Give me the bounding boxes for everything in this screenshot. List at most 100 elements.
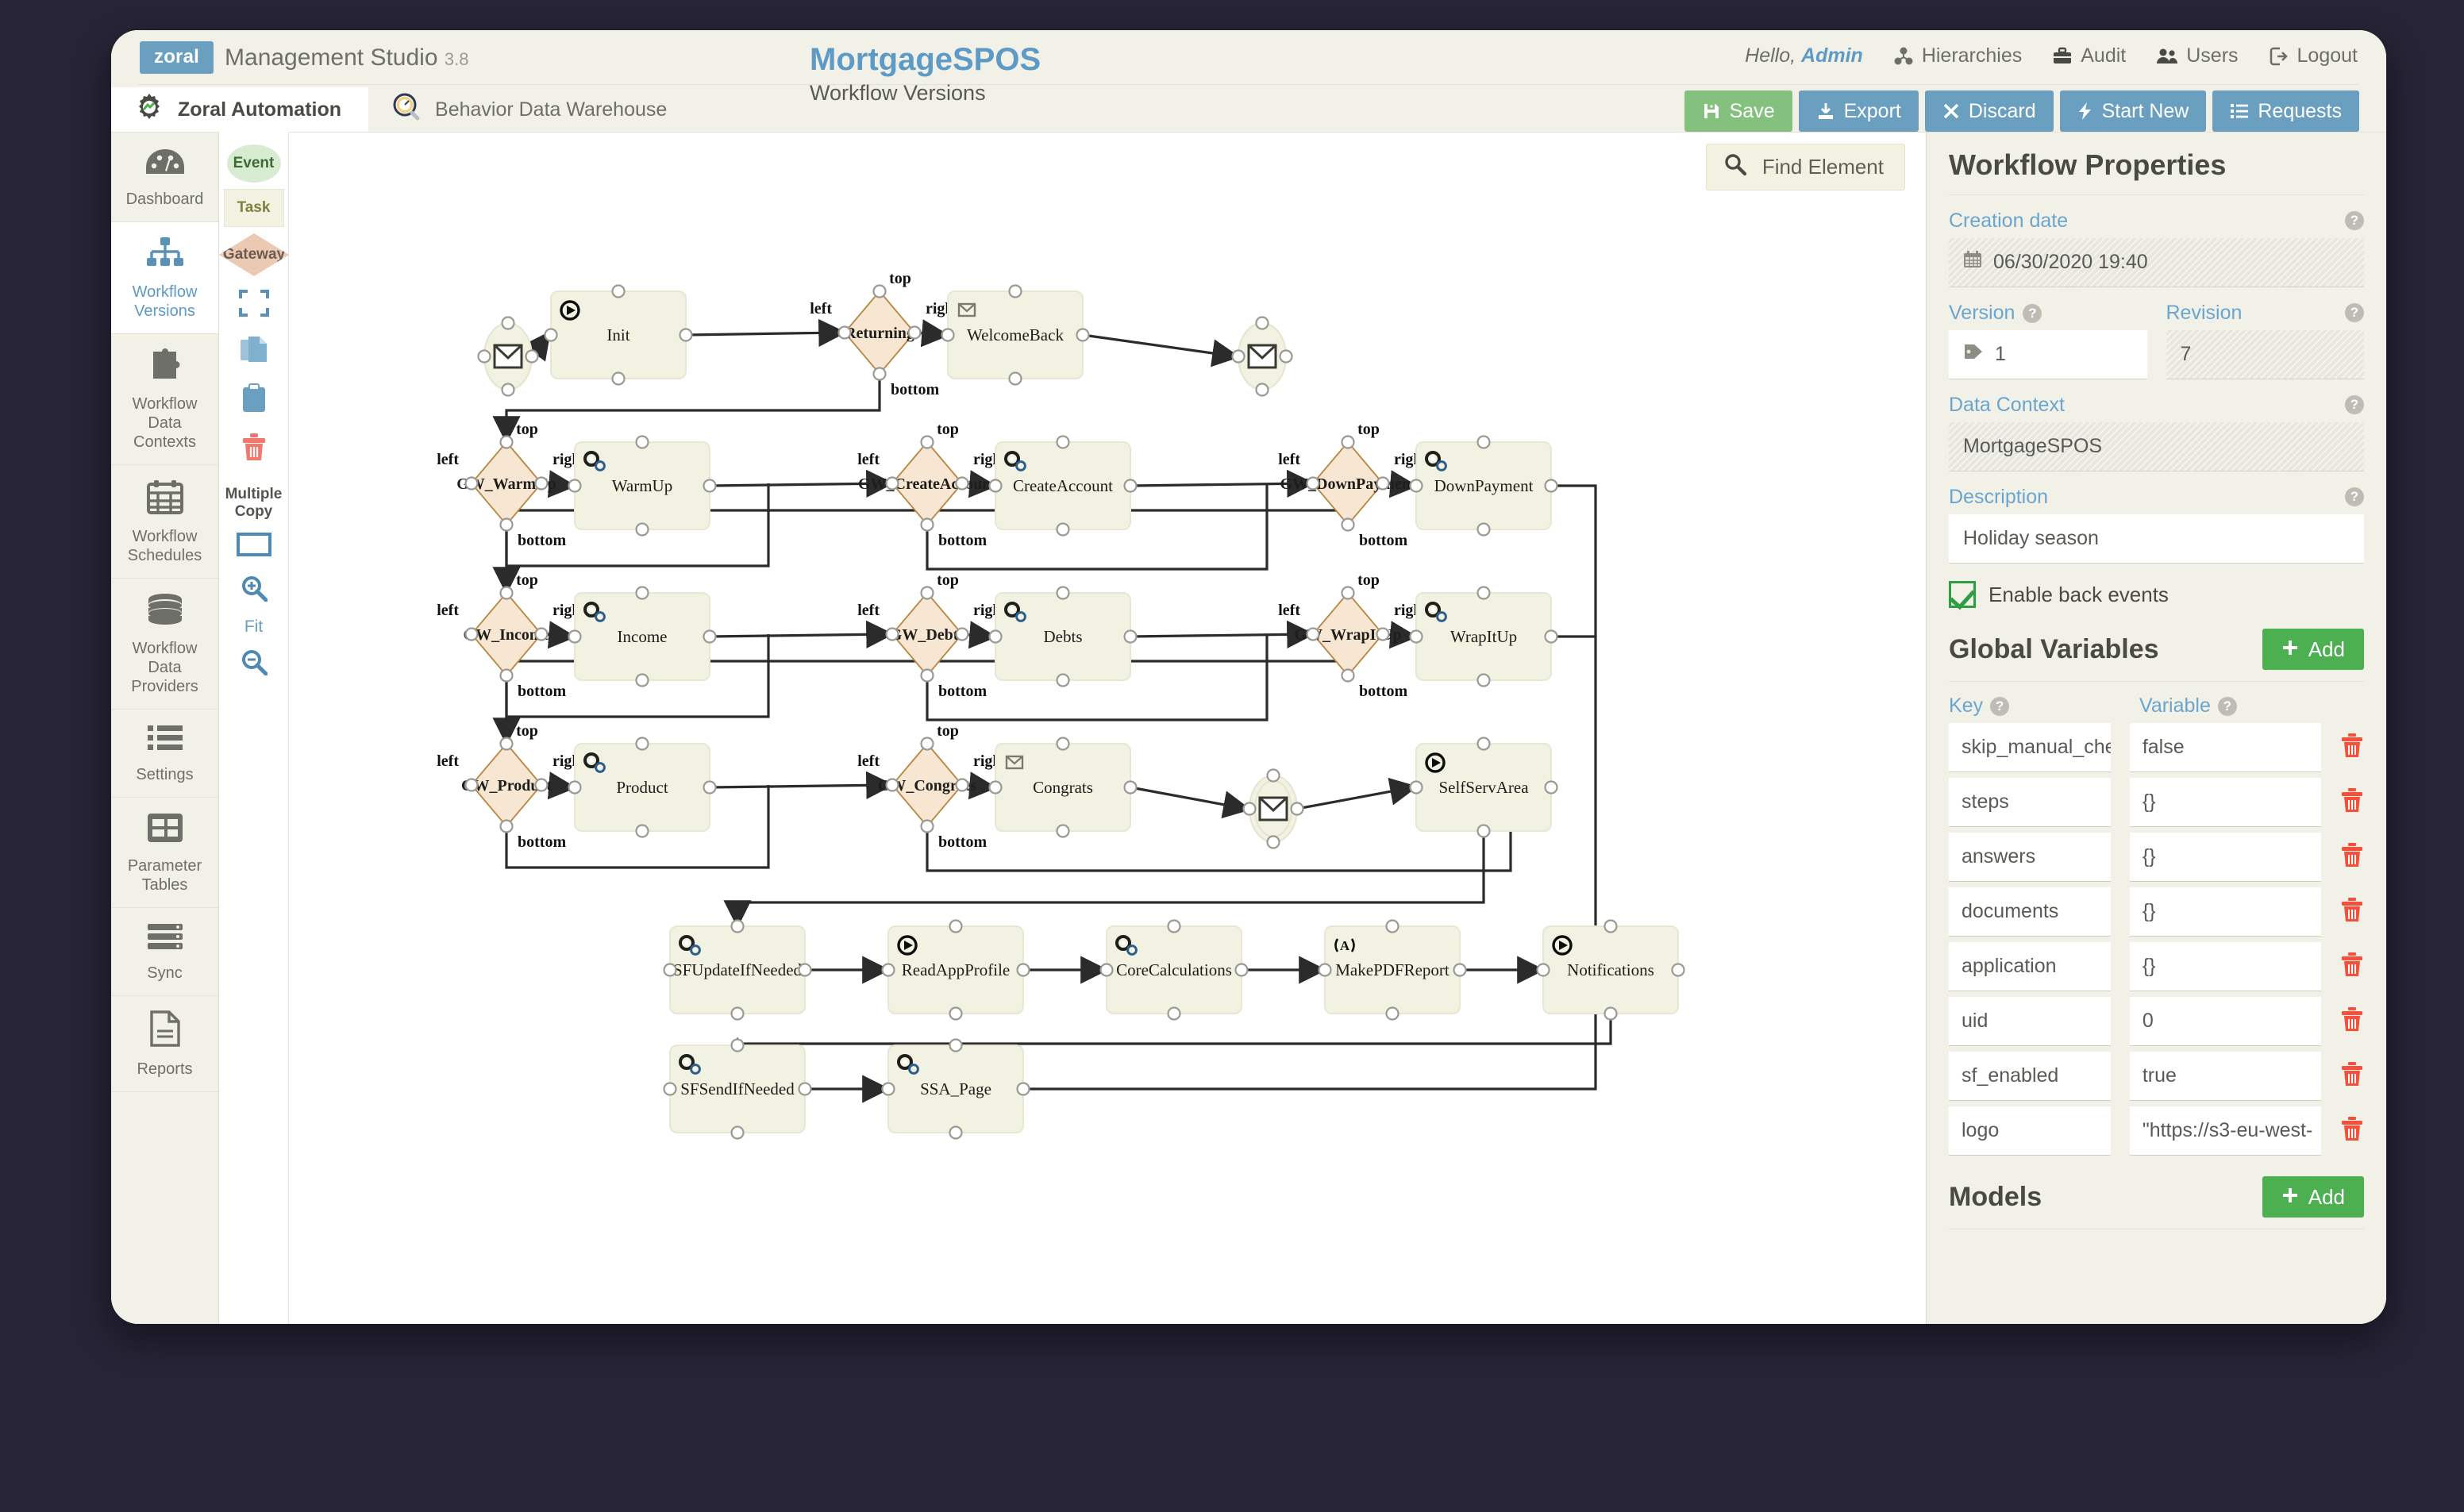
global-variable-value-input[interactable]: {} — [2130, 833, 2321, 882]
global-variable-key-input[interactable]: uid — [1949, 997, 2111, 1046]
bpmn-event-endEvent1[interactable] — [1233, 317, 1292, 396]
bpmn-event-midEvent[interactable] — [1244, 770, 1303, 848]
help-icon[interactable]: ? — [2345, 487, 2364, 506]
bpmn-task-WrapItUp[interactable]: WrapItUp — [1411, 587, 1557, 687]
bpmn-task-ReadAppProfile[interactable]: ReadAppProfile — [883, 921, 1030, 1020]
global-variable-key-input[interactable]: application — [1949, 942, 2111, 991]
global-variable-value-input[interactable]: 0 — [2130, 997, 2321, 1046]
global-variable-value-input[interactable]: true — [2130, 1052, 2321, 1101]
bpmn-gateway-GW_CreateAccount[interactable]: GW_CreateAccounttopleftrightbottom — [857, 421, 1007, 549]
description-input[interactable]: Holiday season — [1949, 514, 2364, 564]
bpmn-task-DownPayment[interactable]: DownPayment — [1411, 437, 1557, 536]
bpmn-task-SFUpdateIfNeeded[interactable]: SFUpdateIfNeeded — [664, 921, 811, 1020]
bpmn-connector[interactable] — [1297, 787, 1413, 809]
global-variable-key-input[interactable]: logo — [1949, 1106, 2111, 1156]
workflow-canvas[interactable]: Find Element InitReturningtopleftrightbo… — [289, 132, 1926, 1324]
bpmn-task-SFSendIfNeeded[interactable]: SFSendIfNeeded — [664, 1040, 811, 1139]
bpmn-event-startEvent[interactable] — [479, 317, 538, 396]
bpmn-task-Init[interactable]: Init — [545, 286, 692, 385]
requests-button[interactable]: Requests — [2212, 90, 2359, 132]
bpmn-connector[interactable] — [737, 831, 1484, 923]
global-variable-value-input[interactable]: {} — [2130, 778, 2321, 827]
global-variable-key-input[interactable]: skip_manual_che — [1949, 723, 2111, 772]
sidebar-item-workflow-data-providers[interactable]: Workflow Data Providers — [111, 579, 218, 710]
help-icon[interactable]: ? — [2023, 304, 2042, 323]
bpmn-connector[interactable] — [1130, 634, 1310, 637]
bpmn-task-Congrats[interactable]: Congrats — [990, 738, 1137, 837]
start-new-button[interactable]: Start New — [2060, 90, 2207, 132]
delete-variable-icon[interactable] — [2340, 952, 2364, 982]
sidebar-item-workflow-versions[interactable]: Workflow Versions — [111, 222, 218, 334]
trash-icon[interactable] — [219, 425, 288, 473]
bpmn-connector[interactable] — [1083, 335, 1235, 356]
help-icon[interactable]: ? — [2345, 395, 2364, 414]
zoom-out-icon[interactable] — [219, 641, 288, 687]
global-variable-key-input[interactable]: steps — [1949, 778, 2111, 827]
bpmn-task-CreateAccount[interactable]: CreateAccount — [990, 437, 1137, 536]
add-global-variable-button[interactable]: Add — [2262, 629, 2364, 670]
delete-variable-icon[interactable] — [2340, 1061, 2364, 1091]
bpmn-gateway-GW_DownPayment[interactable]: GW_DownPaymenttopleftrightbottom — [1278, 421, 1427, 549]
delete-variable-icon[interactable] — [2340, 897, 2364, 927]
delete-variable-icon[interactable] — [2340, 1006, 2364, 1037]
bpmn-connector[interactable] — [710, 634, 889, 637]
global-variable-value-input[interactable]: false — [2130, 723, 2321, 772]
delete-variable-icon[interactable] — [2340, 1116, 2364, 1146]
nav-link-users[interactable]: Users — [2156, 44, 2238, 67]
bpmn-connector[interactable] — [1551, 637, 1596, 787]
sidebar-item-workflow-schedules[interactable]: Workflow Schedules — [111, 465, 218, 579]
module-tab-zoral-automation[interactable]: Zoral Automation — [111, 87, 368, 132]
delete-variable-icon[interactable] — [2340, 733, 2364, 763]
bpmn-diagram[interactable]: InitReturningtopleftrightbottomWelcomeBa… — [289, 133, 1924, 1323]
bpmn-connector[interactable] — [1551, 486, 1596, 637]
sidebar-item-sync[interactable]: Sync — [111, 908, 218, 996]
sidebar-item-settings[interactable]: Settings — [111, 710, 218, 798]
sidebar-item-workflow-data-contexts[interactable]: Workflow Data Contexts — [111, 334, 218, 465]
global-variable-key-input[interactable]: documents — [1949, 887, 2111, 937]
help-icon[interactable]: ? — [1990, 697, 2009, 716]
bpmn-connector[interactable] — [506, 374, 880, 439]
zoom-in-icon[interactable] — [219, 567, 288, 613]
rectangle-icon[interactable] — [219, 525, 288, 567]
global-variable-key-input[interactable]: sf_enabled — [1949, 1052, 2111, 1101]
sidebar-item-dashboard[interactable]: Dashboard — [111, 133, 218, 222]
bpmn-task-Debts[interactable]: Debts — [990, 587, 1137, 687]
save-button[interactable]: Save — [1684, 90, 1792, 132]
copy-icon[interactable] — [219, 328, 288, 376]
palette-gateway-shape[interactable]: Gateway — [219, 233, 289, 276]
bpmn-connector[interactable] — [686, 333, 841, 335]
help-icon[interactable]: ? — [2345, 303, 2364, 322]
select-all-icon[interactable] — [219, 283, 288, 328]
global-variable-value-input[interactable]: {} — [2130, 887, 2321, 937]
bpmn-task-WelcomeBack[interactable]: WelcomeBack — [942, 286, 1089, 385]
bpmn-task-SSA_Page[interactable]: SSA_Page — [883, 1040, 1030, 1139]
bpmn-task-Income[interactable]: Income — [569, 587, 716, 687]
delete-variable-icon[interactable] — [2340, 787, 2364, 818]
zoral-logo[interactable]: zoral — [140, 41, 214, 74]
version-input[interactable]: 1 — [1949, 330, 2147, 379]
global-variable-key-input[interactable]: answers — [1949, 833, 2111, 882]
global-variable-value-input[interactable]: "https://s3-eu-west- — [2130, 1106, 2321, 1156]
add-model-button[interactable]: Add — [2262, 1176, 2364, 1218]
global-variable-value-input[interactable]: {} — [2130, 942, 2321, 991]
help-icon[interactable]: ? — [2345, 211, 2364, 230]
enable-back-events-checkbox[interactable]: Enable back events — [1949, 581, 2364, 608]
palette-task-shape[interactable]: Task — [224, 189, 284, 227]
sidebar-item-parameter-tables[interactable]: Parameter Tables — [111, 798, 218, 908]
delete-variable-icon[interactable] — [2340, 842, 2364, 872]
bpmn-task-CoreCalculations[interactable]: CoreCalculations — [1101, 921, 1248, 1020]
bpmn-connector[interactable] — [1130, 787, 1246, 809]
bpmn-task-Product[interactable]: Product — [569, 738, 716, 837]
bpmn-task-Notifications[interactable]: Notifications — [1538, 921, 1684, 1020]
bpmn-connector[interactable] — [710, 785, 889, 787]
module-tab-behavior-data-warehouse[interactable]: Behavior Data Warehouse — [368, 87, 694, 132]
palette-event-shape[interactable]: Event — [227, 144, 281, 183]
nav-link-hierarchies[interactable]: Hierarchies — [1893, 44, 2022, 67]
bpmn-task-SelfServArea[interactable]: SelfServArea — [1411, 738, 1557, 837]
export-button[interactable]: Export — [1799, 90, 1919, 132]
nav-link-logout[interactable]: Logout — [2269, 44, 2358, 67]
discard-button[interactable]: Discard — [1925, 90, 2054, 132]
help-icon[interactable]: ? — [2218, 697, 2237, 716]
nav-link-audit[interactable]: Audit — [2052, 44, 2126, 67]
sidebar-item-reports[interactable]: Reports — [111, 996, 218, 1092]
